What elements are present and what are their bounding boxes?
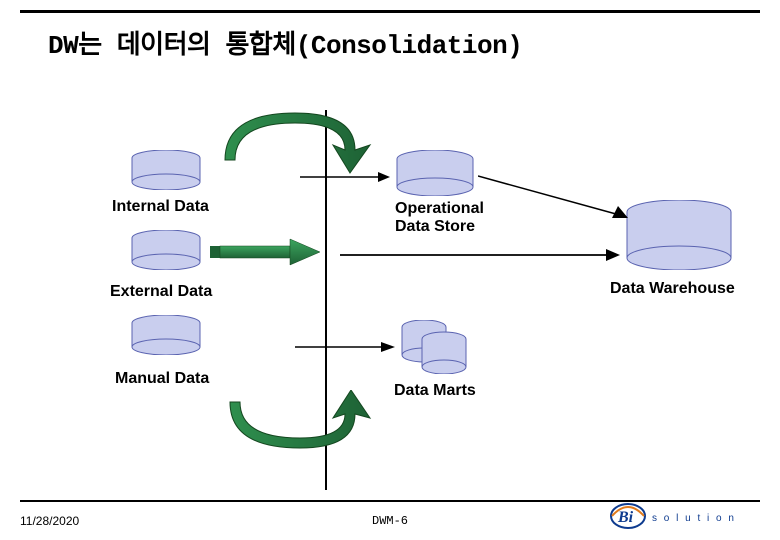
slide: DW는 데이터의 통합체(Consolidation) — [0, 0, 780, 540]
cylinder-data-warehouse — [625, 200, 733, 270]
footer-page: DWM-6 — [372, 514, 408, 528]
page-title: DW는 데이터의 통합체(Consolidation) — [48, 24, 522, 61]
logo-mark-text: Bi — [617, 509, 634, 526]
cylinders-data-marts — [400, 320, 470, 374]
cylinder-external — [130, 230, 202, 270]
thin-arrow-ods-diag-dw — [478, 172, 628, 222]
logo-svg: Bi s o l u t i o n — [610, 502, 750, 530]
label-manual: Manual Data — [115, 370, 209, 388]
thin-arrow-to-ods — [300, 170, 390, 182]
logo-word: s o l u t i o n — [652, 513, 736, 524]
thin-arrow-manual-to-marts — [295, 340, 395, 352]
title-rule — [20, 10, 760, 13]
label-internal: Internal Data — [112, 198, 209, 216]
logo: Bi s o l u t i o n — [610, 502, 750, 530]
green-arrow-external — [210, 237, 320, 267]
label-ods: Operational Data Store — [395, 200, 484, 237]
cylinder-internal — [130, 150, 202, 190]
curved-arrow-internal-to-ods — [205, 105, 380, 175]
thin-arrow-marts-diag-dw — [472, 260, 622, 340]
thin-arrow-ods-to-dw — [340, 248, 620, 260]
cylinder-manual — [130, 315, 202, 355]
label-marts: Data Marts — [394, 382, 476, 400]
footer-date: 11/28/2020 — [20, 514, 79, 528]
label-dw: Data Warehouse — [610, 280, 735, 298]
curved-arrow-manual-to-marts — [205, 390, 385, 460]
label-external: External Data — [110, 283, 212, 301]
cylinder-ods — [395, 150, 475, 196]
